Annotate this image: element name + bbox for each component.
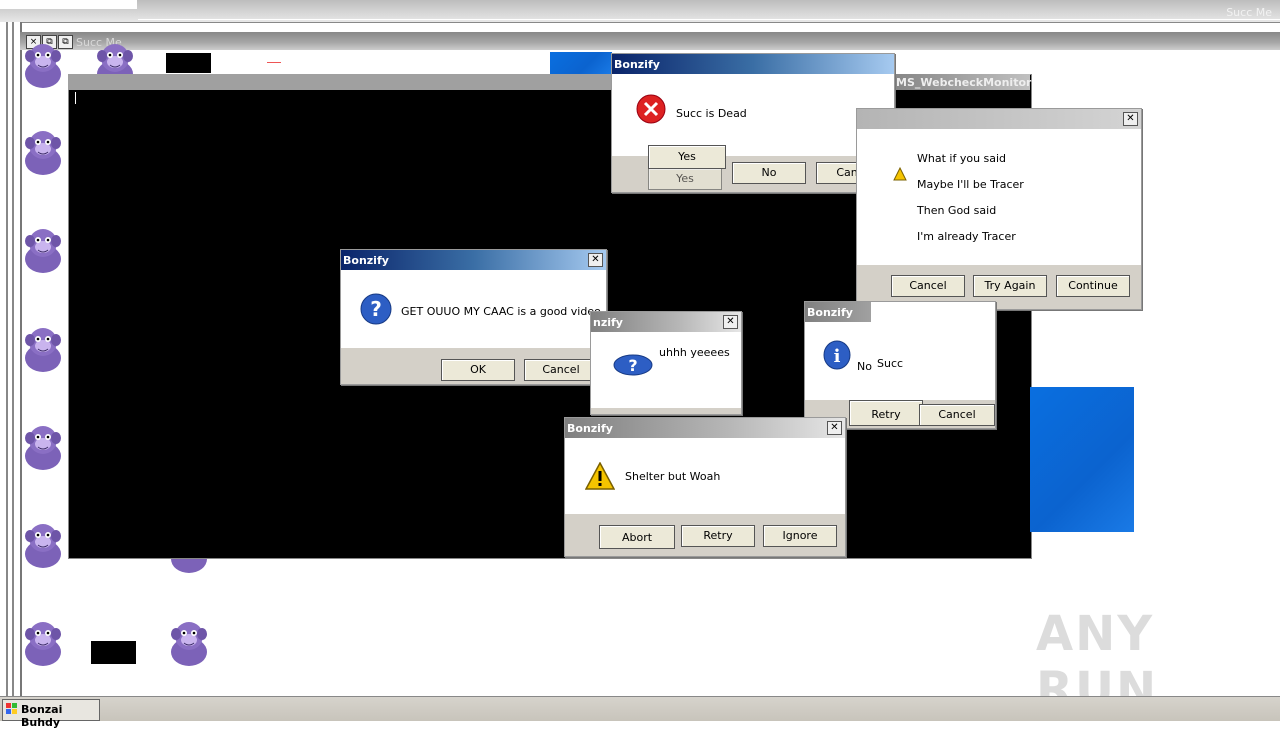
- retry-button[interactable]: Retry: [849, 400, 923, 426]
- tracer-line: What if you said: [917, 152, 1007, 165]
- close-icon[interactable]: ✕: [1123, 112, 1138, 126]
- close-icon[interactable]: ✕: [588, 253, 603, 267]
- shelter-dialog-titlebar[interactable]: Bonzify ✕: [565, 418, 845, 438]
- tracer-line: I'm already Tracer: [917, 230, 1016, 243]
- abort-button[interactable]: Abort: [599, 525, 675, 549]
- ignore-button[interactable]: Ignore: [763, 525, 837, 547]
- webcheck-titlebar[interactable]: MS_WebcheckMonitor: [880, 74, 1032, 90]
- warning-icon: [893, 166, 907, 184]
- error-icon: [636, 94, 666, 127]
- close-icon[interactable]: ✕: [827, 421, 842, 435]
- red-dash: [267, 62, 281, 63]
- second-window-titlebar[interactable]: × ⧉ ⧉ Succ Me: [20, 32, 1280, 50]
- svg-text:i: i: [834, 346, 841, 367]
- topbar-line: [138, 19, 1280, 20]
- start-label: Bonzai Buhdy: [21, 703, 63, 729]
- bonzi-buddy-icon[interactable]: [20, 225, 66, 273]
- tracer-dialog-titlebar[interactable]: ✕: [857, 109, 1141, 129]
- overlap-patch: [871, 302, 995, 324]
- black-block: [91, 641, 136, 664]
- bonzi-buddy-icon[interactable]: [20, 422, 66, 470]
- blue-block: [550, 52, 612, 74]
- cancel-button[interactable]: Cancel: [524, 359, 598, 381]
- nosucc-dialog[interactable]: Bonzify ✕ i No Succ Retry Cancel: [804, 301, 996, 429]
- shelter-message: Shelter but Woah: [625, 470, 721, 483]
- left-window-border: [0, 22, 22, 700]
- no-button[interactable]: No: [732, 162, 806, 184]
- tracer-line: Maybe I'll be Tracer: [917, 178, 1024, 191]
- start-button[interactable]: Bonzai Buhdy: [2, 699, 100, 729]
- uhhh-dialog-title: nzify: [593, 316, 623, 329]
- bonzi-buddy-icon[interactable]: [20, 324, 66, 372]
- video-dialog-titlebar[interactable]: Bonzify ✕: [341, 250, 606, 270]
- dead-dialog-titlebar[interactable]: Bonzify: [612, 54, 894, 74]
- dead-dialog-title: Bonzify: [614, 58, 660, 71]
- dead-dialog[interactable]: Bonzify Succ is Dead Yes Yes No Cancel: [611, 53, 895, 193]
- black-block: [166, 53, 211, 73]
- retry-button[interactable]: Retry: [681, 525, 755, 547]
- uhhh-dialog[interactable]: nzify ✕ ? uhhh yeeees: [590, 311, 742, 415]
- nosucc-message-b: Succ: [877, 357, 904, 370]
- continue-button[interactable]: Continue: [1056, 275, 1130, 297]
- bonzi-buddy-icon[interactable]: [166, 618, 212, 666]
- uhhh-message: uhhh yeeees: [659, 346, 730, 359]
- top-window-titlebar[interactable]: Succ Me: [0, 0, 1280, 23]
- desktop-blue-area: [1030, 387, 1134, 532]
- webcheck-window[interactable]: MS_WebcheckMonitor: [880, 74, 1032, 102]
- uhhh-dialog-footer: [591, 408, 741, 414]
- shelter-dialog[interactable]: Bonzify ✕ Shelter but Woah Abort Retry I…: [564, 417, 846, 557]
- question-icon: ?: [360, 293, 392, 328]
- cancel-button[interactable]: Cancel: [919, 404, 995, 426]
- svg-text:?: ?: [628, 356, 637, 375]
- cancel-button[interactable]: Cancel: [891, 275, 965, 297]
- svg-text:?: ?: [370, 297, 382, 321]
- info-icon: i: [823, 340, 851, 373]
- ok-button[interactable]: OK: [441, 359, 515, 381]
- tracer-line: Then God said: [917, 204, 997, 217]
- windows-logo-icon: [6, 703, 18, 718]
- bonzi-buddy-icon[interactable]: [20, 127, 66, 175]
- yes-button[interactable]: Yes: [648, 145, 726, 169]
- nosucc-dialog-title: Bonzify: [807, 306, 853, 319]
- yes-button-ghost[interactable]: Yes: [648, 168, 722, 190]
- text-cursor: [75, 92, 76, 104]
- uhhh-dialog-titlebar[interactable]: nzify ✕: [591, 312, 741, 332]
- close-icon[interactable]: ✕: [723, 315, 738, 329]
- left-border-line: [12, 22, 14, 700]
- nosucc-message-a: No: [857, 360, 872, 373]
- dead-message: Succ is Dead: [676, 107, 747, 120]
- topbar-white-strip: [0, 0, 137, 9]
- bonzi-buddy-icon[interactable]: [20, 618, 66, 666]
- warning-icon: [584, 461, 616, 493]
- try-again-button[interactable]: Try Again: [973, 275, 1047, 297]
- video-message: GET OUUO MY CAAC is a good video: [401, 305, 601, 318]
- bonzi-buddy-icon[interactable]: [20, 40, 66, 88]
- question-icon: ?: [613, 354, 653, 379]
- tracer-dialog[interactable]: ✕ What if you said Maybe I'll be Tracer …: [856, 108, 1142, 310]
- bonzi-buddy-icon[interactable]: [20, 520, 66, 568]
- top-window-title: Succ Me: [1226, 6, 1272, 19]
- taskbar: Bonzai Buhdy: [0, 696, 1280, 729]
- video-dialog[interactable]: Bonzify ✕ ? GET OUUO MY CAAC is a good v…: [340, 249, 607, 385]
- webcheck-title: MS_WebcheckMonitor: [896, 76, 1032, 89]
- video-dialog-title: Bonzify: [343, 254, 389, 267]
- console-titlebar[interactable]: [68, 74, 628, 90]
- shelter-dialog-title: Bonzify: [567, 422, 613, 435]
- left-border-line: [6, 22, 8, 700]
